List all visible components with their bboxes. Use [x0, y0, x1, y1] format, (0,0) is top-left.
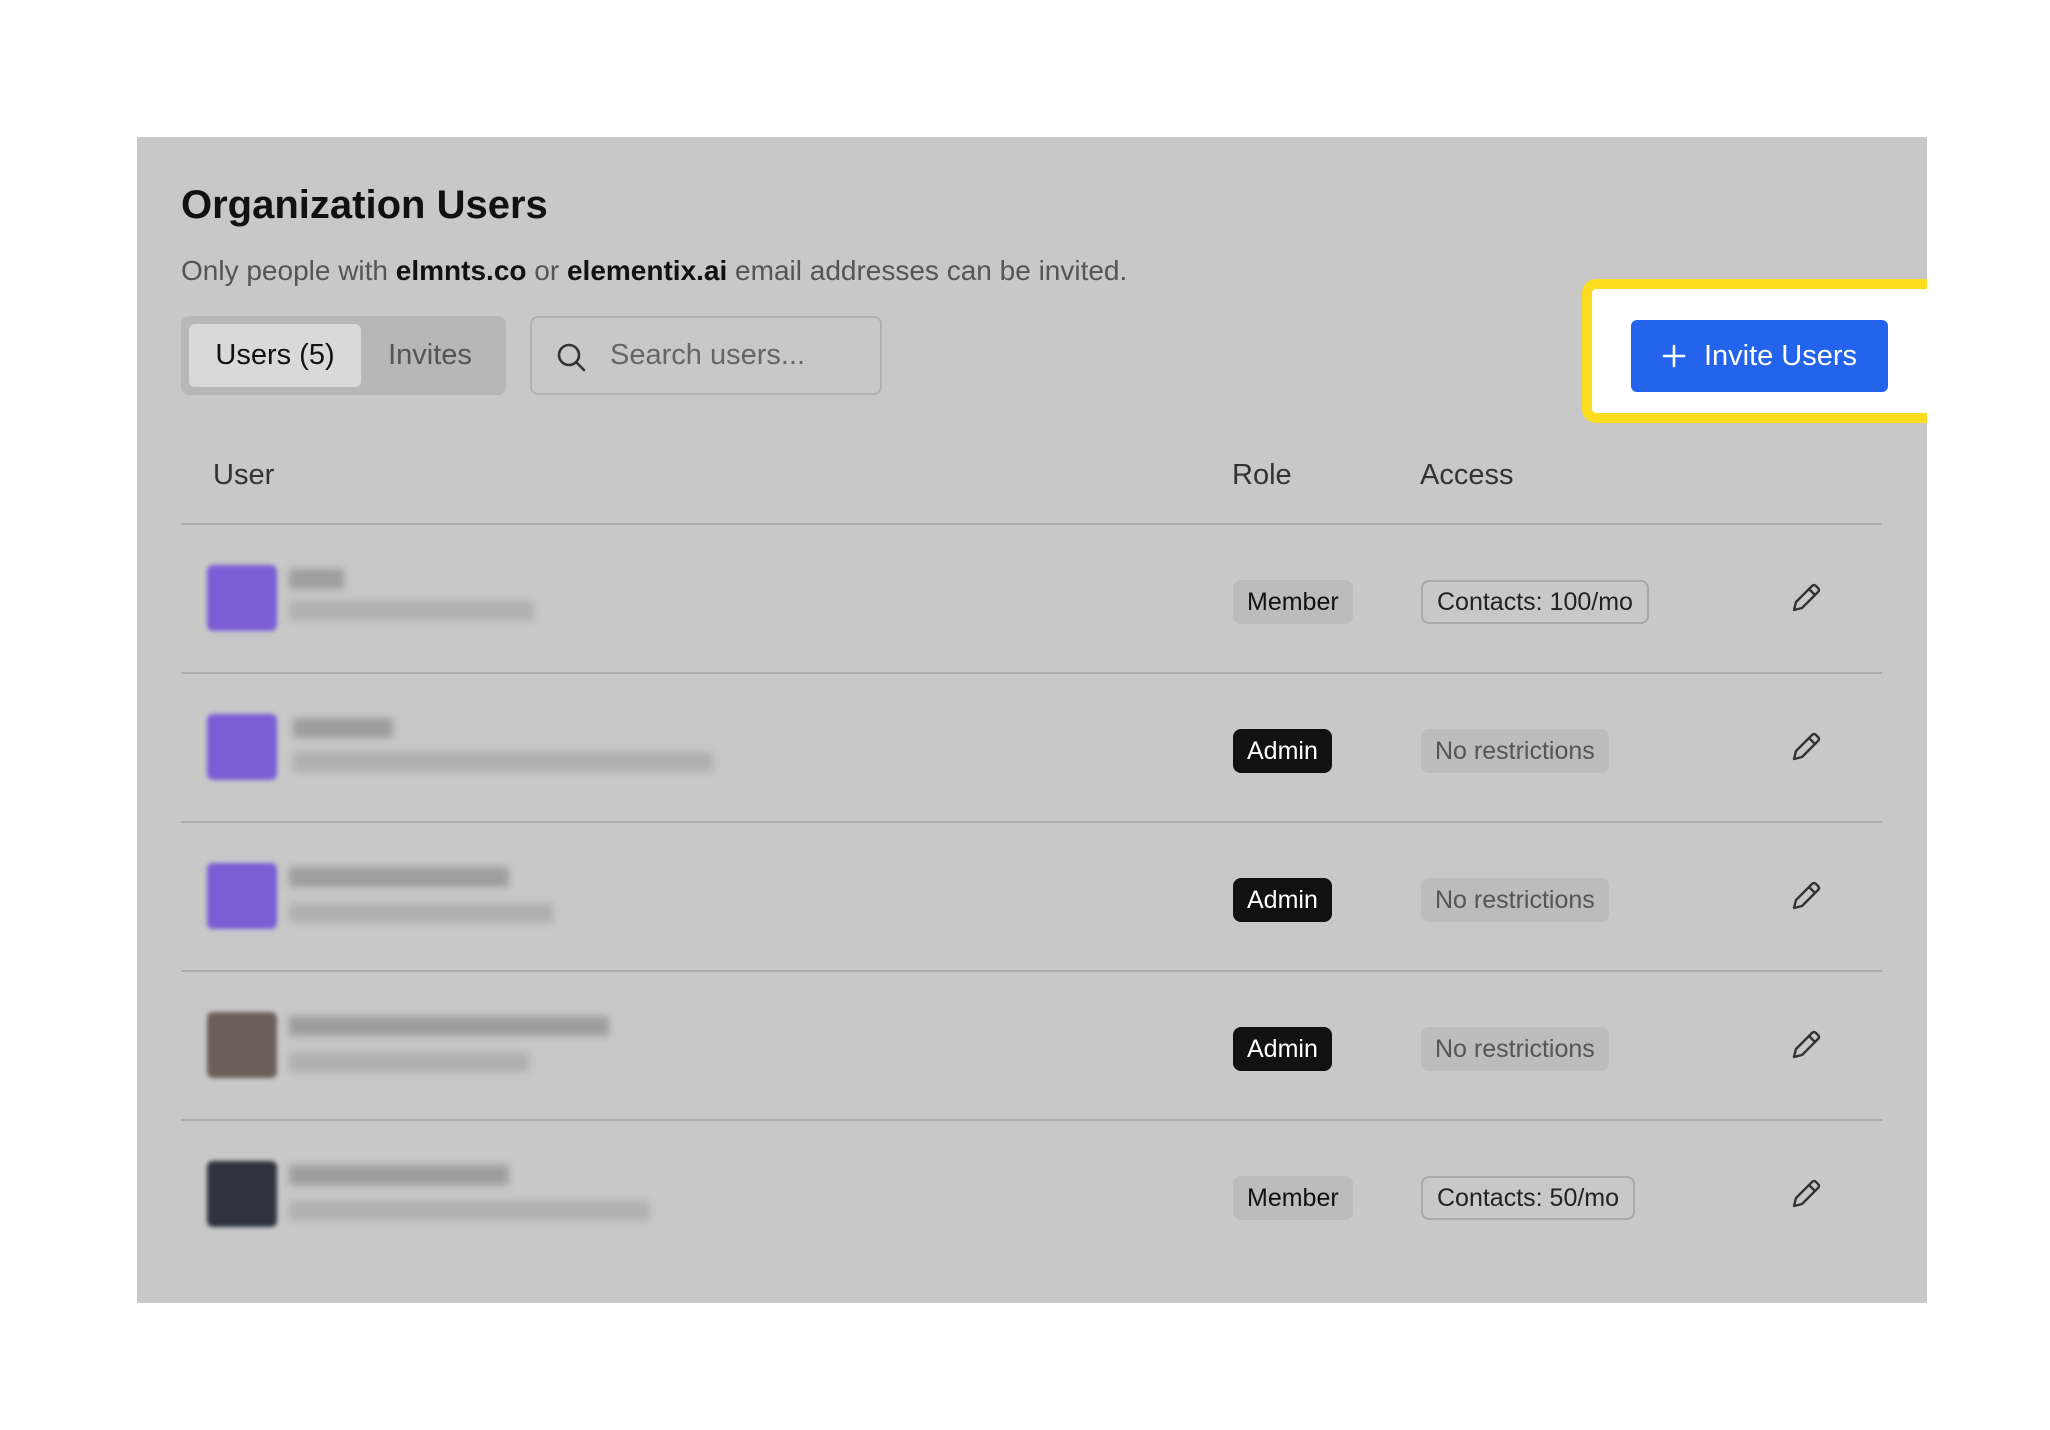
avatar — [207, 1012, 277, 1078]
organization-users-panel: Organization Users Only people with elmn… — [137, 137, 1927, 1303]
plus-icon — [1662, 344, 1686, 368]
redacted-email — [289, 1052, 529, 1072]
pencil-icon[interactable] — [1789, 1177, 1823, 1211]
access-badge: No restrictions — [1421, 878, 1609, 922]
redacted-email — [289, 1201, 649, 1221]
redacted-name — [293, 718, 393, 738]
role-badge: Admin — [1233, 878, 1332, 922]
redacted-name — [289, 1016, 609, 1036]
access-badge: No restrictions — [1421, 1027, 1609, 1071]
avatar — [207, 565, 277, 631]
avatar — [207, 863, 277, 929]
page-subtitle: Only people with elmnts.co or elementix.… — [181, 255, 1127, 287]
search-input[interactable] — [610, 318, 872, 393]
access-badge: No restrictions — [1421, 729, 1609, 773]
search-icon — [557, 343, 586, 372]
pencil-icon[interactable] — [1789, 581, 1823, 615]
access-badge: Contacts: 50/mo — [1421, 1176, 1636, 1220]
role-badge: Admin — [1233, 1027, 1332, 1071]
column-header-role: Role — [1232, 459, 1292, 491]
redacted-name — [289, 867, 509, 887]
role-badge: Admin — [1233, 729, 1332, 773]
invite-users-button[interactable]: Invite Users — [1631, 320, 1888, 392]
subtitle-suffix: email addresses can be invited. — [727, 255, 1128, 286]
page-title: Organization Users — [181, 183, 548, 227]
avatar — [207, 1161, 277, 1227]
table-row: Admin No restrictions — [181, 972, 1882, 1121]
pencil-icon[interactable] — [1789, 879, 1823, 913]
invite-users-label: Invite Users — [1703, 339, 1858, 372]
redacted-name — [289, 1165, 509, 1185]
users-invites-tabs: Users (5) Invites — [181, 316, 506, 395]
search-box[interactable] — [530, 316, 882, 395]
role-badge: Member — [1233, 580, 1353, 624]
access-badge: Contacts: 100/mo — [1421, 580, 1649, 624]
redacted-email — [289, 601, 534, 621]
redacted-email — [289, 903, 554, 923]
subtitle-prefix: Only people with — [181, 255, 396, 286]
tab-users[interactable]: Users (5) — [189, 324, 361, 387]
subtitle-middle: or — [526, 255, 567, 286]
tab-invites[interactable]: Invites — [361, 324, 499, 387]
table-row: Member Contacts: 50/mo — [181, 1121, 1882, 1270]
pencil-icon[interactable] — [1789, 1028, 1823, 1062]
allowed-domain-2: elementix.ai — [566, 255, 728, 286]
table-row: Admin No restrictions — [181, 823, 1882, 972]
allowed-domain-1: elmnts.co — [395, 255, 527, 286]
pencil-icon[interactable] — [1789, 730, 1823, 764]
role-badge: Member — [1233, 1176, 1353, 1220]
column-header-user: User — [213, 459, 275, 491]
avatar — [207, 714, 277, 780]
table-row: Admin No restrictions — [181, 674, 1882, 823]
redacted-email — [293, 752, 713, 772]
redacted-name — [289, 569, 344, 589]
table-row: Member Contacts: 100/mo — [181, 525, 1882, 674]
column-header-access: Access — [1420, 459, 1514, 491]
